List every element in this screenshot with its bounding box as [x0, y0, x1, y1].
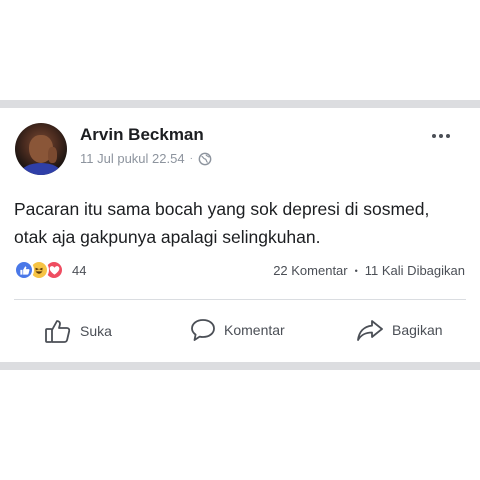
- actions-divider: [14, 299, 466, 300]
- avatar-shirt: [21, 163, 61, 175]
- reaction-count: 44: [72, 262, 87, 278]
- post-text: Pacaran itu sama bocah yang sok depresi …: [14, 195, 470, 251]
- post-meta: 11 Jul pukul 22.54 ·: [80, 151, 212, 166]
- top-separator-band: [0, 100, 480, 108]
- stats-separator: •: [354, 265, 358, 276]
- bottom-separator-band: [0, 362, 480, 370]
- comment-bubble-icon: [191, 319, 215, 341]
- post-text-line: otak aja gakpunya apalagi selingkuhan.: [14, 227, 321, 247]
- like-reaction-icon: [14, 260, 34, 280]
- more-dot: [432, 134, 436, 138]
- share-button[interactable]: Bagikan: [356, 318, 443, 342]
- like-button-label: Suka: [80, 323, 112, 339]
- post-text-line: Pacaran itu sama bocah yang sok depresi …: [14, 199, 430, 219]
- share-arrow-icon: [357, 320, 383, 341]
- more-dot: [446, 134, 450, 138]
- avatar-hand: [48, 147, 57, 163]
- thumbs-up-icon: [45, 320, 71, 343]
- avatar[interactable]: [15, 123, 67, 175]
- share-button-label: Bagikan: [392, 322, 443, 338]
- meta-separator: ·: [189, 153, 193, 164]
- comment-button[interactable]: Komentar: [190, 318, 285, 342]
- like-button[interactable]: Suka: [44, 318, 112, 344]
- reaction-summary[interactable]: 44: [14, 260, 86, 280]
- more-options-icon[interactable]: [432, 134, 450, 138]
- share-count-link[interactable]: 11 Kali Dibagikan: [365, 263, 465, 278]
- more-dot: [439, 134, 443, 138]
- comment-count-link[interactable]: 22 Komentar: [273, 263, 347, 278]
- post-stats: 22 Komentar • 11 Kali Dibagikan: [273, 263, 465, 278]
- post-timestamp[interactable]: 11 Jul pukul 22.54: [80, 151, 185, 166]
- post-author-name[interactable]: Arvin Beckman: [80, 125, 204, 145]
- comment-button-label: Komentar: [224, 322, 285, 338]
- globe-icon: [198, 152, 212, 165]
